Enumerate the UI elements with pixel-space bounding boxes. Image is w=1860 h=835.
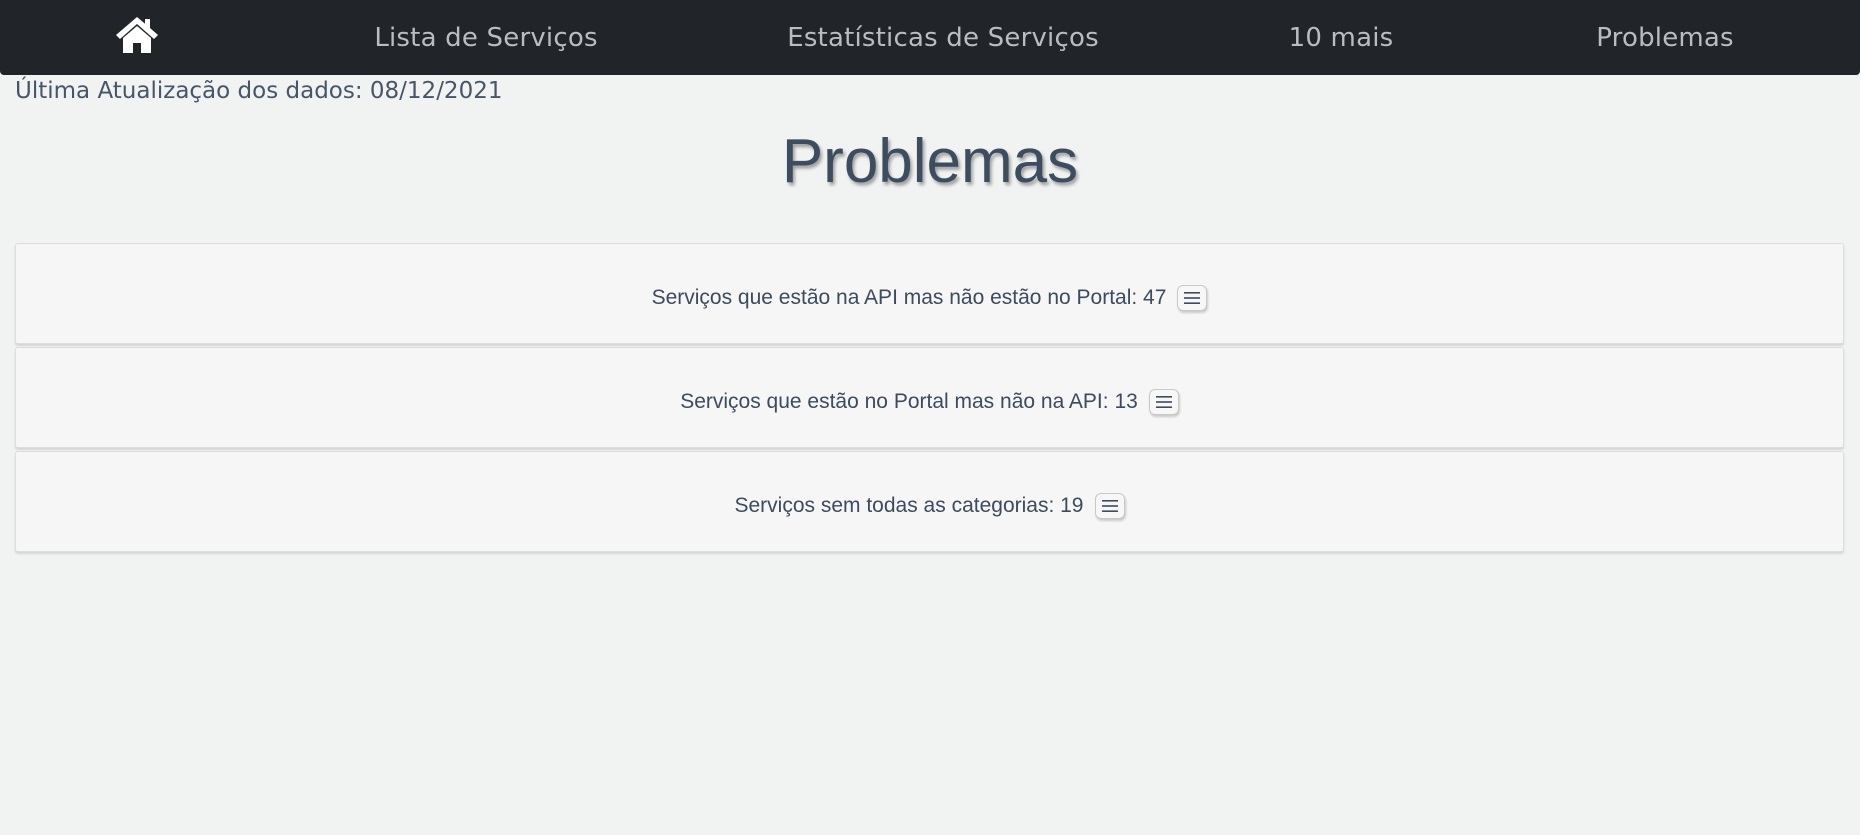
list-button[interactable] (1177, 284, 1208, 311)
problem-card-missing-categories: Serviços sem todas as categorias: 19 (15, 451, 1844, 552)
problem-label: Serviços que estão no Portal mas não na … (680, 389, 1138, 413)
top-navbar: Lista de Serviços Estatísticas de Serviç… (0, 0, 1860, 75)
problem-label: Serviços que estão na API mas não estão … (651, 285, 1167, 309)
nav-lista-servicos[interactable]: Lista de Serviços (374, 2, 597, 74)
nav-estatisticas-servicos[interactable]: Estatísticas de Serviços (787, 2, 1098, 74)
page-title: Problemas (781, 127, 1079, 196)
problem-card-portal-not-api: Serviços que estão no Portal mas não na … (15, 347, 1844, 448)
home-icon (116, 17, 158, 53)
list-button[interactable] (1148, 388, 1179, 415)
nav-problemas[interactable]: Problemas (1596, 2, 1733, 74)
problem-label: Serviços sem todas as categorias: 19 (734, 493, 1084, 517)
list-icon (1184, 291, 1201, 304)
list-button[interactable] (1094, 492, 1125, 519)
list-icon (1155, 395, 1172, 408)
list-icon (1101, 499, 1118, 512)
problem-card-api-not-portal: Serviços que estão na API mas não estão … (15, 243, 1844, 344)
last-update-text: Última Atualização dos dados: 08/12/2021 (15, 78, 503, 104)
nav-10-mais[interactable]: 10 mais (1289, 2, 1394, 74)
home-link[interactable] (114, 14, 160, 54)
